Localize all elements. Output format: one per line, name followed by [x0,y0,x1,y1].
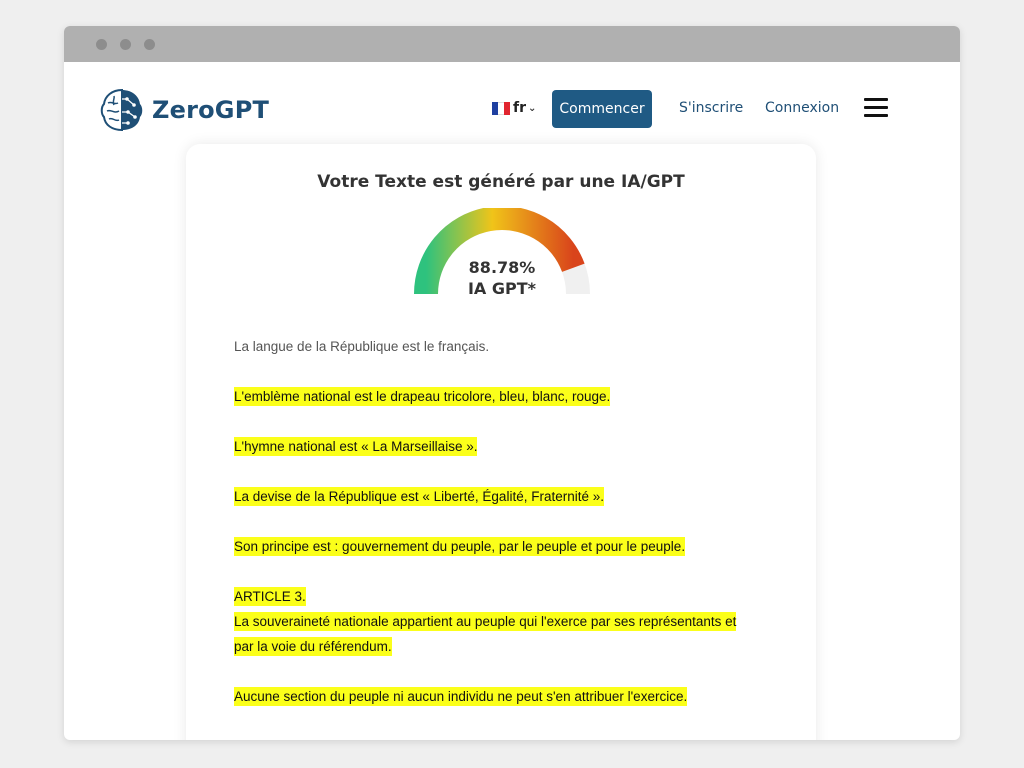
result-card: Votre Texte est généré par une IA/GPT 88… [186,144,816,740]
language-selector[interactable]: fr ⌄ [492,100,536,116]
window-dot-1 [96,39,107,50]
hamburger-icon[interactable] [864,98,888,118]
logo[interactable]: ZeroGPT [100,86,269,134]
login-link[interactable]: Connexion [765,100,839,116]
text-paragraph: L'hymne national est « La Marseillaise »… [234,434,794,459]
result-title: Votre Texte est généré par une IA/GPT [317,172,685,192]
language-code: fr [513,100,526,116]
text-paragraph: La devise de la République est « Liberté… [234,484,794,509]
signup-link[interactable]: S'inscrire [679,100,743,116]
text-paragraph: La langue de la République est le frança… [234,334,794,359]
highlighted-ai-text: Aucune section du peuple ni aucun indivi… [234,687,688,706]
highlighted-ai-text: ARTICLE 3. [234,587,306,606]
highlighted-ai-text: L'hymne national est « La Marseillaise »… [234,437,478,456]
highlighted-ai-text: La souveraineté nationale appartient au … [234,612,737,631]
ai-percent: 88.78% [468,258,536,277]
brain-logo-icon [100,88,143,132]
highlighted-ai-text: par la voie du référendum. [234,637,392,656]
logo-text: ZeroGPT [152,96,270,124]
ai-gauge-caption: IA GPT* [467,278,537,298]
analyzed-text: La langue de la République est le frança… [234,334,794,734]
highlighted-ai-text: La devise de la République est « Liberté… [234,487,604,506]
text-paragraph: ARTICLE 3. La souveraineté nationale appa… [234,584,794,659]
france-flag-icon [492,101,510,115]
text-paragraph: Son principe est : gouvernement du peupl… [234,534,794,559]
highlighted-ai-text: L'emblème national est le drapeau tricol… [234,387,611,406]
chevron-down-icon: ⌄ [528,102,537,114]
plain-text: La langue de la République est le frança… [234,339,490,354]
browser-titlebar [64,26,960,62]
window-dot-2 [120,39,131,50]
start-button[interactable]: Commencer [552,90,652,128]
highlighted-ai-text: Son principe est : gouvernement du peupl… [234,537,686,556]
text-paragraph: L'emblème national est le drapeau tricol… [234,384,794,409]
browser-window: ZeroGPT fr ⌄ Commencer S'inscrire Connex… [64,26,960,740]
window-dot-3 [144,39,155,50]
text-paragraph: Aucune section du peuple ni aucun indivi… [234,684,794,709]
